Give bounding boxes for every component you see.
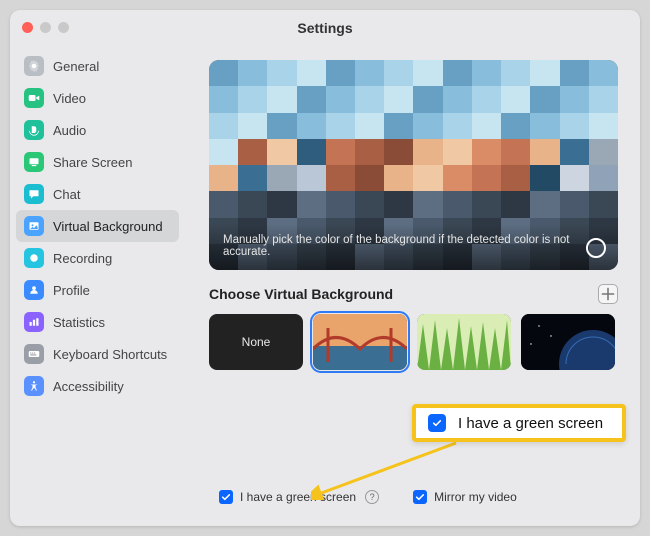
- preview-caption: Manually pick the color of the backgroun…: [209, 224, 618, 270]
- checkbox-icon: [428, 414, 446, 432]
- mirror-video-checkbox[interactable]: Mirror my video: [413, 490, 517, 504]
- bg-thumb-earth[interactable]: [521, 314, 615, 370]
- sidebar-item-vbg[interactable]: Virtual Background: [16, 210, 179, 242]
- sidebar-item-label: Profile: [53, 283, 90, 298]
- share-icon: [24, 152, 44, 172]
- color-picker-button[interactable]: [586, 238, 606, 258]
- zoom-window-button[interactable]: [58, 22, 69, 33]
- mirror-video-label: Mirror my video: [434, 490, 517, 504]
- sidebar-item-kbd[interactable]: Keyboard Shortcuts: [16, 338, 179, 370]
- gear-icon: [24, 56, 44, 76]
- minimize-window-button[interactable]: [40, 22, 51, 33]
- thumb-label: None: [242, 335, 271, 349]
- chat-icon: [24, 184, 44, 204]
- window-title: Settings: [297, 20, 352, 36]
- sidebar-item-chat[interactable]: Chat: [16, 178, 179, 210]
- profile-icon: [24, 280, 44, 300]
- checkbox-icon: [219, 490, 233, 504]
- bg-thumb-bridge[interactable]: [313, 314, 407, 370]
- sidebar-item-label: General: [53, 59, 99, 74]
- green-screen-checkbox[interactable]: I have a green screen ?: [219, 490, 379, 504]
- sidebar-item-gear[interactable]: General: [16, 50, 179, 82]
- sidebar-item-rec[interactable]: Recording: [16, 242, 179, 274]
- settings-window: Settings General Video Audio Share Screen Ch…: [10, 10, 640, 526]
- bg-thumb-grass[interactable]: [417, 314, 511, 370]
- titlebar: Settings: [10, 10, 640, 46]
- close-window-button[interactable]: [22, 22, 33, 33]
- sidebar-item-label: Share Screen: [53, 155, 133, 170]
- sidebar-item-video[interactable]: Video: [16, 82, 179, 114]
- sidebar-item-share[interactable]: Share Screen: [16, 146, 179, 178]
- sidebar-item-label: Keyboard Shortcuts: [53, 347, 167, 362]
- sidebar-item-stats[interactable]: Statistics: [16, 306, 179, 338]
- access-icon: [24, 376, 44, 396]
- bg-thumb-none[interactable]: None: [209, 314, 303, 370]
- audio-icon: [24, 120, 44, 140]
- kbd-icon: [24, 344, 44, 364]
- callout-label: I have a green screen: [458, 415, 603, 432]
- section-title: Choose Virtual Background: [209, 286, 393, 302]
- sidebar-item-audio[interactable]: Audio: [16, 114, 179, 146]
- sidebar-item-label: Recording: [53, 251, 112, 266]
- sidebar-item-label: Statistics: [53, 315, 105, 330]
- background-thumbnails: None: [209, 314, 618, 370]
- sidebar-item-label: Audio: [53, 123, 86, 138]
- sidebar-item-label: Video: [53, 91, 86, 106]
- add-background-button[interactable]: [598, 284, 618, 304]
- stats-icon: [24, 312, 44, 332]
- checkbox-icon: [413, 490, 427, 504]
- main-panel: Manually pick the color of the backgroun…: [185, 46, 640, 526]
- window-controls: [22, 22, 69, 33]
- sidebar-item-label: Chat: [53, 187, 80, 202]
- sidebar-item-label: Virtual Background: [53, 219, 163, 234]
- sidebar-item-access[interactable]: Accessibility: [16, 370, 179, 402]
- sidebar-item-profile[interactable]: Profile: [16, 274, 179, 306]
- sidebar: General Video Audio Share Screen Chat Virtual…: [10, 46, 185, 526]
- callout-highlight: I have a green screen: [412, 404, 626, 442]
- sidebar-item-label: Accessibility: [53, 379, 124, 394]
- vbg-icon: [24, 216, 44, 236]
- rec-icon: [24, 248, 44, 268]
- video-icon: [24, 88, 44, 108]
- options-row: I have a green screen ? Mirror my video: [219, 490, 517, 504]
- green-screen-label: I have a green screen: [240, 490, 356, 504]
- help-icon[interactable]: ?: [365, 490, 379, 504]
- video-preview: Manually pick the color of the backgroun…: [209, 60, 618, 270]
